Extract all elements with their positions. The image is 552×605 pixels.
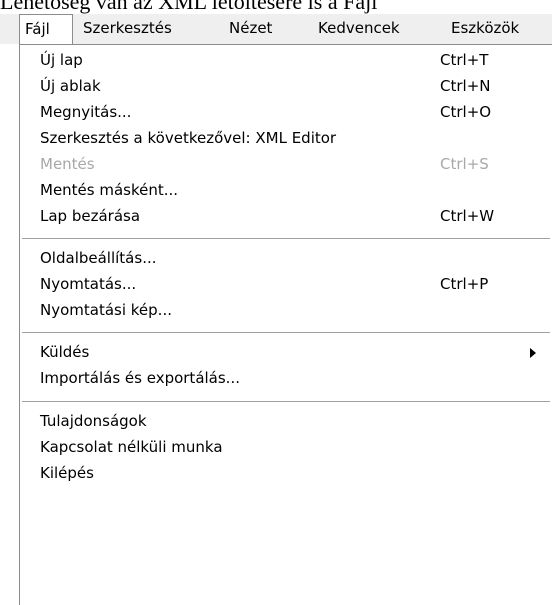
menu-item-open[interactable]: Megnyitás... Ctrl+O — [20, 99, 552, 125]
menu-item-label: Kilépés — [40, 464, 94, 482]
menu-item-label: Lap bezárása — [40, 207, 141, 225]
menu-item-close-tab[interactable]: Lap bezárása Ctrl+W — [20, 203, 552, 229]
menu-separator — [22, 332, 550, 334]
menu-item-label: Küldés — [40, 343, 90, 361]
menu-item-work-offline[interactable]: Kapcsolat nélküli munka — [20, 434, 552, 460]
menu-item-print[interactable]: Nyomtatás... Ctrl+P — [20, 271, 552, 297]
menu-item-label: Új ablak — [40, 77, 101, 95]
menu-item-shortcut: Ctrl+T — [440, 51, 489, 69]
menu-item-exit[interactable]: Kilépés — [20, 460, 552, 486]
menu-separator — [22, 401, 550, 403]
menu-item-shortcut: Ctrl+W — [440, 207, 495, 225]
menu-view[interactable]: Nézet — [224, 14, 277, 44]
menu-item-save-as[interactable]: Mentés másként... — [20, 177, 552, 203]
menu-item-label: Oldalbeállítás... — [40, 249, 157, 267]
menu-tools[interactable]: Eszközök — [446, 14, 524, 44]
menu-item-label: Nyomtatás... — [40, 275, 137, 293]
menu-item-label: Tulajdonságok — [40, 412, 147, 430]
menu-item-send[interactable]: Küldés — [20, 339, 552, 365]
menu-bar: Fájl Szerkesztés Nézet Kedvencek Eszközö… — [0, 14, 552, 44]
menu-item-page-setup[interactable]: Oldalbeállítás... — [20, 245, 552, 271]
menu-item-label: Mentés — [40, 155, 95, 173]
menu-item-import-export[interactable]: Importálás és exportálás... — [20, 365, 552, 391]
menu-item-shortcut: Ctrl+N — [440, 77, 491, 95]
menu-item-edit-with-xml-editor[interactable]: Szerkesztés a következővel: XML Editor — [20, 125, 552, 151]
menu-separator — [22, 238, 550, 240]
menu-item-shortcut: Ctrl+P — [440, 275, 489, 293]
menu-item-print-preview[interactable]: Nyomtatási kép... — [20, 297, 552, 323]
menu-item-label: Mentés másként... — [40, 181, 179, 199]
menu-file[interactable]: Fájl — [19, 14, 73, 44]
menu-item-label: Importálás és exportálás... — [40, 369, 240, 387]
menu-item-label: Nyomtatási kép... — [40, 301, 172, 319]
menu-item-properties[interactable]: Tulajdonságok — [20, 408, 552, 434]
menu-item-label: Szerkesztés a következővel: XML Editor — [40, 129, 337, 147]
menu-edit[interactable]: Szerkesztés — [78, 14, 177, 44]
menu-item-label: Új lap — [40, 51, 83, 69]
menu-item-shortcut: Ctrl+O — [440, 103, 492, 121]
menu-item-new-tab[interactable]: Új lap Ctrl+T — [20, 47, 552, 73]
menu-item-new-window[interactable]: Új ablak Ctrl+N — [20, 73, 552, 99]
menu-favorites[interactable]: Kedvencek — [313, 14, 405, 44]
file-menu-dropdown: Új lap Ctrl+T Új ablak Ctrl+N Megnyitás.… — [19, 44, 552, 605]
menu-item-label: Megnyitás... — [40, 103, 132, 121]
menu-item-shortcut: Ctrl+S — [440, 155, 489, 173]
submenu-arrow-icon — [530, 348, 536, 358]
menu-item-label: Kapcsolat nélküli munka — [40, 438, 223, 456]
menu-item-save: Mentés Ctrl+S — [20, 151, 552, 177]
